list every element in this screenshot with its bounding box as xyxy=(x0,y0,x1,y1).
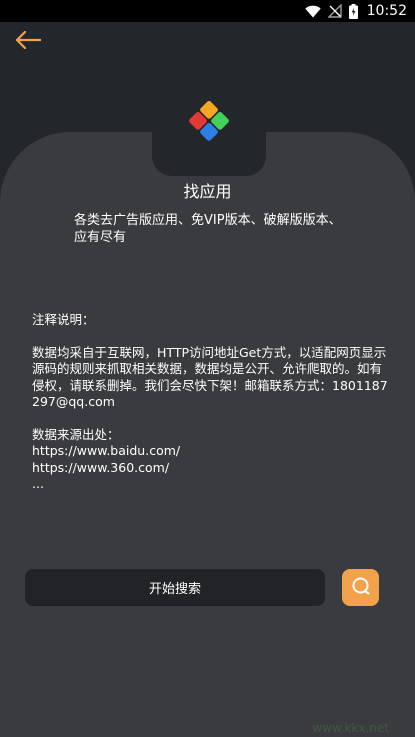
battery-icon xyxy=(348,3,358,19)
status-bar: 10:52 xyxy=(0,0,415,22)
start-search-button[interactable]: 开始搜索 xyxy=(25,569,325,606)
back-button[interactable] xyxy=(12,30,44,54)
search-button[interactable] xyxy=(342,569,379,606)
source-item: https://www.360.com/ xyxy=(32,459,170,475)
app-title: 找应用 xyxy=(183,182,232,201)
notes-section: 注释说明： 数据均采自于互联网，HTTP访问地址Get方式，以适配网页显示源码的… xyxy=(32,312,392,493)
app-description-line: 应有尽有 xyxy=(74,230,127,245)
sources-heading: 数据来源出处： xyxy=(32,426,120,442)
no-signal-icon xyxy=(327,4,342,18)
source-item: https://www.baidu.com/ xyxy=(32,443,181,458)
watermark: www.kkx.net xyxy=(312,721,389,735)
app-description-line: 各类去广告版应用、免VIP版本、破解版版本、 xyxy=(74,213,342,228)
notes-heading: 注释说明： xyxy=(32,312,95,327)
notes-paragraph: 数据均采自于互联网，HTTP访问地址Get方式，以适配网页显示源码的规则来抓取相… xyxy=(32,344,388,410)
status-icons: 10:52 xyxy=(304,0,407,22)
app-description: 各类去广告版应用、免VIP版本、破解版版本、 应有尽有 xyxy=(74,212,354,246)
status-time: 10:52 xyxy=(366,3,407,19)
source-item: ... xyxy=(32,476,44,491)
search-icon xyxy=(351,576,371,600)
wifi-icon xyxy=(304,5,321,18)
arrow-left-icon xyxy=(15,30,42,53)
app-logo-icon xyxy=(186,96,232,142)
